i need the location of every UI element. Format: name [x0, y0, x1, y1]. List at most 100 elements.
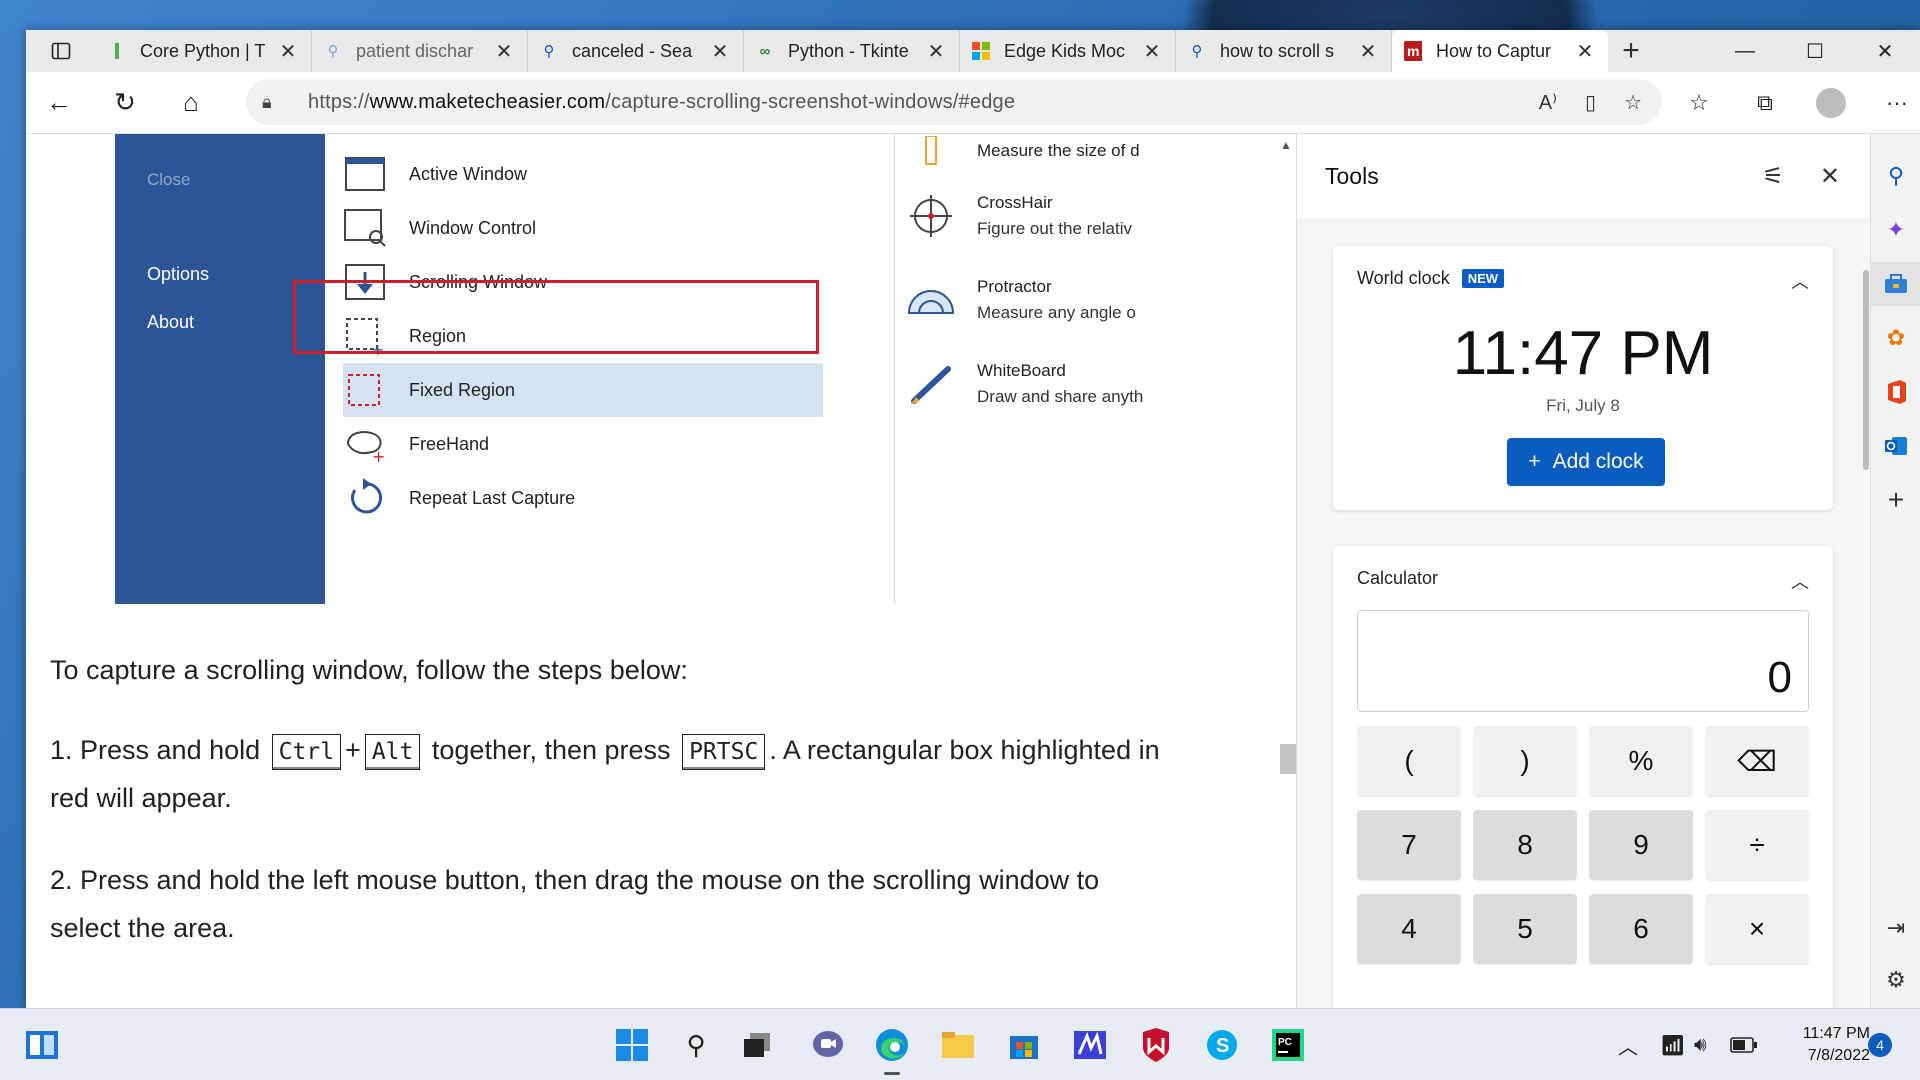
arrow-left-icon: ← — [46, 87, 72, 117]
home-button[interactable]: ⌂ — [158, 87, 224, 118]
settings-icon[interactable]: ⚙ — [1871, 958, 1920, 1002]
calc-key-4[interactable]: 4 — [1357, 894, 1461, 964]
task-view-icon[interactable] — [736, 1023, 780, 1067]
read-aloud-icon[interactable]: A⁾ — [1539, 90, 1557, 115]
tool-name: CrossHair — [977, 193, 1053, 212]
chevron-up-icon[interactable]: ︿ — [1791, 568, 1809, 594]
tab-patient[interactable]: ⚲ patient dischar ✕ — [312, 30, 528, 72]
close-icon[interactable]: ✕ — [709, 39, 731, 64]
tools-icon[interactable] — [1871, 262, 1920, 306]
file-explorer-icon[interactable] — [936, 1023, 980, 1067]
store-icon[interactable] — [1002, 1023, 1046, 1067]
close-icon[interactable]: ✕ — [1574, 39, 1596, 64]
pycharm-icon[interactable]: PC — [1266, 1023, 1310, 1067]
wifi-icon[interactable]: 📶︎ — [1660, 1009, 1685, 1080]
ellipsis-icon: ··· — [1886, 90, 1908, 115]
world-clock-title: World clock NEW — [1357, 268, 1505, 289]
browser-window: Core Python | T ✕ ⚲ patient dischar ✕ ⚲ … — [26, 30, 1920, 1026]
games-icon[interactable]: ✿ — [1871, 316, 1920, 360]
web-page[interactable]: Close Options About Active Window Window… — [26, 134, 1276, 1008]
sparkle-icon[interactable]: ✦ — [1871, 208, 1920, 252]
close-icon[interactable]: ✕ — [925, 39, 947, 64]
calc-key-backspace[interactable]: ⌫ — [1705, 726, 1809, 796]
tab-how-to-scroll[interactable]: ⚲ how to scroll s ✕ — [1176, 30, 1392, 72]
battery-icon[interactable] — [1730, 1009, 1758, 1080]
widgets-icon[interactable] — [20, 1023, 64, 1067]
add-icon[interactable]: + — [1871, 478, 1920, 522]
add-favorite-icon[interactable]: ☆ — [1624, 90, 1642, 115]
calc-key-9[interactable]: 9 — [1589, 810, 1693, 880]
search-icon[interactable]: ⚲ — [674, 1023, 718, 1067]
snagit-screenshot: Close Options About Active Window Window… — [115, 134, 1165, 604]
favorites-button[interactable]: ☆ — [1666, 90, 1732, 116]
tab-python-tkinter[interactable]: ∞ Python - Tkinte ✕ — [744, 30, 960, 72]
edge-icon[interactable] — [870, 1023, 914, 1075]
back-button[interactable]: ← — [26, 87, 92, 118]
tab-core-python[interactable]: Core Python | T ✕ — [96, 30, 312, 72]
more-menu-button[interactable]: ··· — [1864, 90, 1920, 116]
minimize-button[interactable]: — — [1710, 30, 1780, 72]
step1-text-d: red will appear. — [50, 783, 232, 813]
edge-sidebar: ⚲ ✦ ✿ + ⇥ ⚙ — [1870, 134, 1920, 1008]
collections-button[interactable]: ⧉ — [1732, 90, 1798, 116]
scroll-up-icon[interactable]: ▲ — [1280, 138, 1292, 152]
close-icon[interactable]: ✕ — [1357, 39, 1379, 64]
tray-expand-icon[interactable]: ︿ — [1618, 1009, 1638, 1080]
calc-key-close-paren[interactable]: ) — [1473, 726, 1577, 796]
close-icon[interactable]: ✕ — [277, 39, 299, 64]
app-icon[interactable] — [1068, 1023, 1112, 1067]
address-bar-row: ← ↻ ⌂ 🔒︎ https://www.maketecheasier.com/… — [26, 72, 1920, 134]
close-window-button[interactable]: ✕ — [1850, 30, 1920, 72]
tray-clock[interactable]: 11:47 PM 7/8/2022 — [1780, 1023, 1870, 1067]
close-icon[interactable]: ✕ — [493, 39, 515, 64]
mcafee-icon[interactable] — [1134, 1023, 1178, 1067]
tab-how-to-capture[interactable]: m How to Captur ✕ — [1392, 30, 1608, 72]
outlook-icon[interactable] — [1871, 424, 1920, 468]
calc-key-5[interactable]: 5 — [1473, 894, 1577, 964]
start-icon[interactable] — [610, 1023, 654, 1067]
calc-key-7[interactable]: 7 — [1357, 810, 1461, 880]
clock-date: Fri, July 8 — [1546, 396, 1620, 415]
mode-label: Window Control — [409, 217, 537, 238]
office-icon[interactable] — [1871, 370, 1920, 414]
favorites-icon: ☆ — [1689, 90, 1709, 115]
skype-icon[interactable]: S — [1200, 1023, 1244, 1067]
tools-panel: Tools ⚟ ✕ World clock NEW ︿ 11:47 PM Fri… — [1296, 134, 1870, 1026]
new-tab-button[interactable]: + — [1608, 34, 1654, 68]
clock-time: 11:47 PM — [1452, 319, 1714, 388]
refresh-button[interactable]: ↻ — [92, 87, 158, 118]
calc-key-8[interactable]: 8 — [1473, 810, 1577, 880]
search-icon: ⚲ — [327, 43, 339, 60]
close-panel-icon[interactable]: ✕ — [1820, 162, 1840, 191]
ruler-icon — [905, 134, 957, 174]
url-field[interactable]: 🔒︎ https://www.maketecheasier.com/captur… — [246, 79, 1662, 125]
calc-key-6[interactable]: 6 — [1589, 894, 1693, 964]
chevron-up-icon[interactable]: ︿ — [1791, 268, 1809, 294]
teams-chat-icon[interactable] — [806, 1023, 850, 1067]
customize-icon[interactable]: ⚟ — [1762, 162, 1784, 191]
calc-key-multiply[interactable]: × — [1705, 894, 1809, 964]
tab-label: How to Captur — [1436, 40, 1552, 61]
notification-badge[interactable]: 4 — [1868, 1033, 1892, 1057]
tool-name: Protractor — [977, 277, 1052, 296]
maximize-button[interactable]: ☐ — [1780, 30, 1850, 72]
close-icon[interactable]: ✕ — [1141, 39, 1163, 64]
hide-sidebar-icon[interactable]: ⇥ — [1871, 906, 1920, 950]
immersive-reader-icon[interactable]: ▯ — [1585, 90, 1596, 115]
tab-edge-kids[interactable]: Edge Kids Moc ✕ — [960, 30, 1176, 72]
profile-button[interactable] — [1798, 88, 1864, 118]
window-controls: — ☐ ✕ — [1710, 30, 1920, 72]
tab-actions-button[interactable] — [26, 41, 96, 61]
tab-canceled[interactable]: ⚲ canceled - Sea ✕ — [528, 30, 744, 72]
calc-key-percent[interactable]: % — [1589, 726, 1693, 796]
search-icon[interactable]: ⚲ — [1871, 154, 1920, 198]
step2-text-b: select the area. — [50, 913, 235, 943]
calc-key-divide[interactable]: ÷ — [1705, 810, 1809, 880]
tools-title: Tools — [1325, 162, 1379, 189]
calc-key-open-paren[interactable]: ( — [1357, 726, 1461, 796]
tool-desc: Figure out the relativ — [977, 219, 1132, 238]
volume-icon[interactable]: 🔊︎ — [1694, 1009, 1707, 1080]
add-clock-button[interactable]: + Add clock — [1507, 438, 1665, 486]
panel-scrollbar[interactable] — [1863, 270, 1869, 470]
page-scrollbar[interactable]: ▲ — [1276, 134, 1298, 1008]
